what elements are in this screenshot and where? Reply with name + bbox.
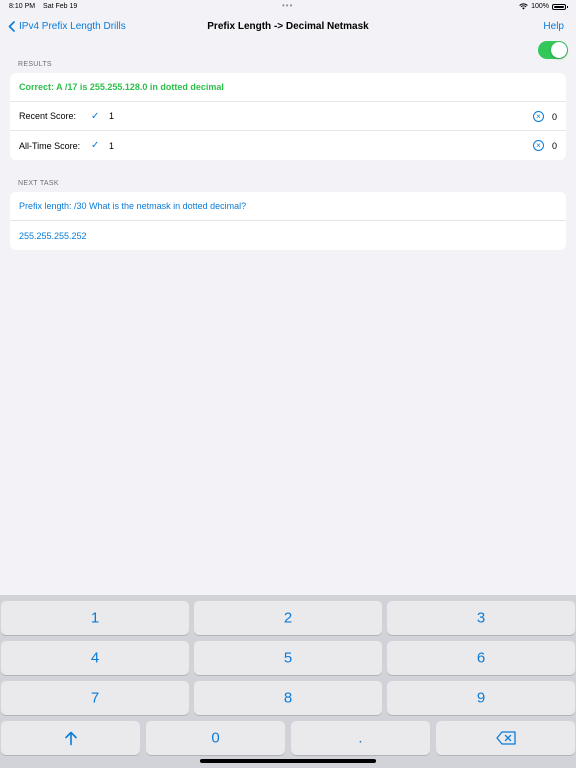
status-time: 8:10 PM [9,3,36,10]
key-5-label: 5 [283,649,293,667]
key-delete[interactable] [436,721,575,755]
next-task-group: Prefix length: /30 What is the netmask i… [10,192,566,250]
x-circle-icon: × [533,140,544,151]
recent-wrong-count: 0 [551,111,557,122]
key-6[interactable]: 6 [387,641,575,675]
multitasking-dots-icon[interactable]: ••• [282,1,293,10]
key-4[interactable]: 4 [1,641,189,675]
help-button[interactable]: Help [543,21,564,32]
numeric-keypad: 1 2 3 4 5 6 7 8 9 0 . [0,595,576,768]
key-3[interactable]: 3 [387,601,575,635]
page-title: Prefix Length -> Decimal Netmask [207,21,369,32]
key-5[interactable]: 5 [194,641,382,675]
key-dot-label: . [358,729,363,747]
status-time-date: 8:10 PM Sat Feb 19 [9,3,77,10]
status-bar: 8:10 PM Sat Feb 19 ••• 100% [0,0,576,14]
alltime-score-row: All-Time Score: ✓ 1 × 0 [10,131,566,160]
task-question: Prefix length: /30 What is the netmask i… [10,192,566,221]
key-7-label: 7 [90,689,100,707]
key-2[interactable]: 2 [194,601,382,635]
results-group: Correct: A /17 is 255.255.128.0 in dotte… [10,73,566,160]
key-shift-up[interactable] [1,721,140,755]
key-dot[interactable]: . [291,721,430,755]
recent-correct-count: 1 [109,111,115,121]
alltime-score-label: All-Time Score: [19,140,81,151]
status-date: Sat Feb 19 [43,3,78,10]
checkmark-icon: ✓ [91,140,100,151]
toggle-knob [551,42,567,58]
key-8-label: 8 [283,689,293,707]
key-0-label: 0 [211,729,220,747]
key-1[interactable]: 1 [1,601,189,635]
key-3-label: 3 [476,609,486,627]
correct-message: Correct: A /17 is 255.255.128.0 in dotte… [10,73,566,102]
recent-score-row: Recent Score: ✓ 1 × 0 [10,102,566,131]
key-7[interactable]: 7 [1,681,189,715]
key-6-label: 6 [476,649,486,667]
navigation-bar: IPv4 Prefix Length Drills Prefix Length … [0,14,576,44]
next-task-header: NEXT TASK [18,180,59,187]
recent-score-label: Recent Score: [19,111,77,121]
home-indicator[interactable] [200,759,376,763]
x-circle-icon: × [533,111,544,122]
key-8[interactable]: 8 [194,681,382,715]
battery-percentage: 100% [531,3,549,10]
results-header: RESULTS [18,61,52,68]
status-indicators: 100% [519,3,568,10]
alltime-wrong-count: 0 [551,140,557,151]
key-4-label: 4 [90,649,100,667]
checkmark-icon: ✓ [91,110,100,122]
delete-backspace-icon [436,731,575,745]
key-9-label: 9 [476,689,486,707]
key-2-label: 2 [283,609,293,627]
alltime-correct-count: 1 [109,140,115,151]
arrow-up-icon [1,731,140,746]
mode-toggle-switch[interactable] [538,41,568,59]
key-9[interactable]: 9 [387,681,575,715]
battery-icon [552,3,568,10]
answer-field[interactable]: 255.255.255.252 [10,221,566,250]
key-1-label: 1 [90,609,100,627]
key-0[interactable]: 0 [146,721,285,755]
wifi-icon [519,3,528,10]
